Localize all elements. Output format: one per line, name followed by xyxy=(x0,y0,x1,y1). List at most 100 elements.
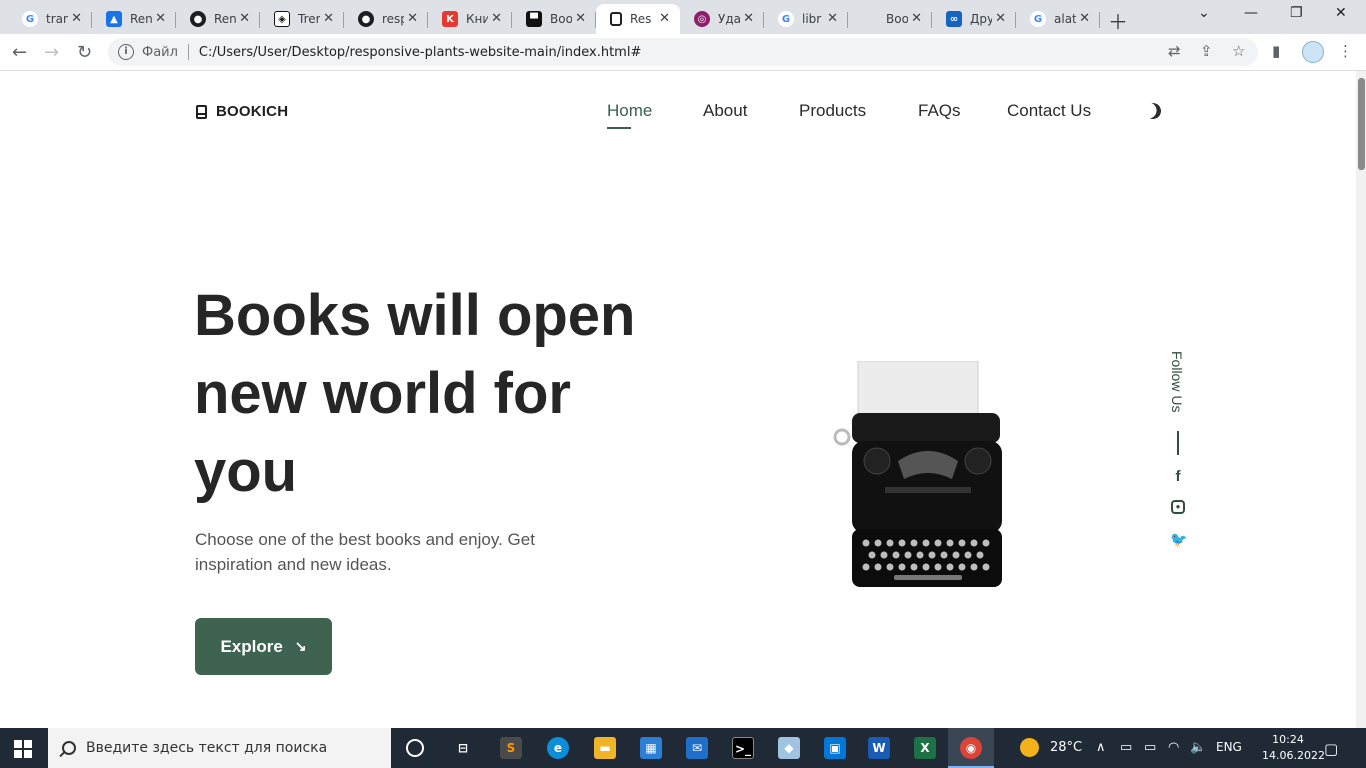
edge-icon[interactable]: e xyxy=(547,737,569,759)
browser-tab-active[interactable]: Resp ✕ xyxy=(596,4,680,34)
browser-tab[interactable]: ▀ Boo ✕ xyxy=(512,4,596,34)
translate-icon[interactable]: ⇄ xyxy=(1168,42,1181,60)
language-indicator[interactable]: ENG xyxy=(1216,740,1242,754)
hero-title: Books will open new world for you xyxy=(194,277,664,511)
browser-tab[interactable]: ◎ Уда ✕ xyxy=(680,4,764,34)
browser-tab[interactable]: Boo ✕ xyxy=(848,4,932,34)
tab-title: libr xyxy=(802,12,822,26)
unsplash-icon: ▀ xyxy=(526,11,542,27)
browser-tab[interactable]: ▲ Ren ✕ xyxy=(92,4,176,34)
cortana-icon[interactable] xyxy=(406,739,424,757)
menu-icon[interactable]: ⋮ xyxy=(1338,42,1353,60)
terminal-icon[interactable]: >_ xyxy=(732,737,754,759)
close-tab-icon[interactable]: ✕ xyxy=(491,11,502,26)
clock-date: 14.06.2022 xyxy=(1262,749,1325,762)
forward-icon[interactable]: → xyxy=(44,42,59,63)
windows-start-icon[interactable] xyxy=(14,740,32,758)
nav-about[interactable]: About xyxy=(703,101,747,121)
reload-icon[interactable]: ↻ xyxy=(77,42,92,63)
scrollbar-thumb[interactable] xyxy=(1358,78,1365,170)
new-tab-icon[interactable]: ＋ xyxy=(1108,6,1128,35)
loop-icon: ∞ xyxy=(946,11,962,27)
address-bar[interactable]: i Файл C:/Users/User/Desktop/responsive-… xyxy=(108,38,1258,66)
restore-icon[interactable]: ❐ xyxy=(1290,5,1303,21)
url-text[interactable]: C:/Users/User/Desktop/responsive-plants-… xyxy=(199,45,641,60)
excel-icon[interactable]: X xyxy=(914,737,936,759)
facebook-icon[interactable]: f xyxy=(1170,469,1186,485)
close-tab-icon[interactable]: ✕ xyxy=(659,11,670,26)
chrome-icon[interactable]: ◉ xyxy=(960,737,982,759)
wifi-icon[interactable]: ◠ xyxy=(1168,740,1179,755)
browser-tab[interactable]: ∞ Дру ✕ xyxy=(932,4,1016,34)
tab-title: Boo xyxy=(886,12,908,26)
close-tab-icon[interactable]: ✕ xyxy=(575,11,586,26)
close-tab-icon[interactable]: ✕ xyxy=(743,11,754,26)
control-panel-icon[interactable]: ▣ xyxy=(824,737,846,759)
hero-description: Choose one of the best books and enjoy. … xyxy=(195,530,535,574)
site-info-icon[interactable]: i xyxy=(118,44,134,60)
nav-faqs[interactable]: FAQs xyxy=(918,101,961,121)
google-icon: G xyxy=(1030,11,1046,27)
battery-icon[interactable]: ▭ xyxy=(1144,740,1156,755)
purple-icon: ◎ xyxy=(694,11,710,27)
store-icon[interactable]: ▦ xyxy=(640,737,662,759)
taskbar-search-placeholder: Введите здесь текст для поиска xyxy=(86,740,328,756)
tab-title: Уда xyxy=(718,12,740,26)
task-view-icon[interactable]: ⊟ xyxy=(452,737,474,759)
active-nav-underline xyxy=(607,127,631,129)
profile-avatar[interactable] xyxy=(1302,41,1324,63)
close-tab-icon[interactable]: ✕ xyxy=(407,11,418,26)
browser-tab[interactable]: ◈ Trer ✕ xyxy=(260,4,344,34)
browser-tab[interactable]: G alat ✕ xyxy=(1016,4,1100,34)
close-tab-icon[interactable]: ✕ xyxy=(911,11,922,26)
bookmark-star-icon[interactable]: ☆ xyxy=(1232,42,1245,60)
taskbar-search[interactable]: Введите здесь текст для поиска xyxy=(48,728,391,768)
logo-text: BOOKICH xyxy=(216,103,289,120)
browser-tab[interactable]: G tran ✕ xyxy=(8,4,92,34)
browser-tab[interactable]: K Кни ✕ xyxy=(428,4,512,34)
tab-title: alat xyxy=(1054,12,1076,26)
nav-contact[interactable]: Contact Us xyxy=(1007,101,1091,121)
paint-icon[interactable]: ◆ xyxy=(778,737,800,759)
side-panel-icon[interactable]: ▮ xyxy=(1272,42,1280,60)
close-tab-icon[interactable]: ✕ xyxy=(155,11,166,26)
windows-taskbar: Введите здесь текст для поиска ⊟ S e ▬ ▦… xyxy=(0,728,1366,768)
close-window-icon[interactable]: ✕ xyxy=(1335,5,1347,21)
tab-search-chevron-icon[interactable]: ⌄ xyxy=(1198,5,1210,21)
close-tab-icon[interactable]: ✕ xyxy=(239,11,250,26)
share-icon[interactable]: ⇪ xyxy=(1200,42,1213,60)
theme-toggle-moon-icon[interactable] xyxy=(1143,101,1164,122)
nav-home[interactable]: Home xyxy=(607,101,652,121)
word-icon[interactable]: W xyxy=(868,737,890,759)
system-clock[interactable]: 10:24 14.06.2022 xyxy=(1262,732,1325,764)
sublime-text-icon[interactable]: S xyxy=(500,737,522,759)
doc-icon: ▲ xyxy=(106,11,122,27)
file-explorer-icon[interactable]: ▬ xyxy=(594,737,616,759)
close-tab-icon[interactable]: ✕ xyxy=(1079,11,1090,26)
twitter-icon[interactable]: 🐦 xyxy=(1170,531,1187,547)
browser-tab-strip: G tran ✕ ▲ Ren ✕ ● Ren ✕ ◈ Trer ✕ ● resp… xyxy=(0,0,1366,34)
web-page: BOOKICH Home About Products FAQs Contact… xyxy=(0,71,1356,728)
weather-temp[interactable]: 28°C xyxy=(1050,740,1082,755)
close-tab-icon[interactable]: ✕ xyxy=(323,11,334,26)
close-tab-icon[interactable]: ✕ xyxy=(995,11,1006,26)
close-tab-icon[interactable]: ✕ xyxy=(71,11,82,26)
instagram-icon[interactable]: ● xyxy=(1171,500,1185,514)
browser-tab[interactable]: ● Ren ✕ xyxy=(176,4,260,34)
browser-tab[interactable]: G libr ✕ xyxy=(764,4,848,34)
notifications-icon[interactable]: ▢ xyxy=(1324,740,1338,758)
nav-products[interactable]: Products xyxy=(799,101,866,121)
mail-icon[interactable]: ✉ xyxy=(686,737,708,759)
browser-tab[interactable]: ● resp ✕ xyxy=(344,4,428,34)
site-logo[interactable]: BOOKICH xyxy=(196,103,288,120)
tray-chevron-icon[interactable]: ∧ xyxy=(1096,740,1106,755)
close-tab-icon[interactable]: ✕ xyxy=(827,11,838,26)
meet-now-icon[interactable]: ▭ xyxy=(1120,740,1132,755)
clock-time: 10:24 xyxy=(1272,733,1304,746)
minimize-icon[interactable]: — xyxy=(1244,5,1258,21)
volume-icon[interactable]: 🔈 xyxy=(1190,740,1206,755)
github-icon: ● xyxy=(358,11,374,27)
back-icon[interactable]: ← xyxy=(12,42,27,63)
explore-button[interactable]: Explore ↘ xyxy=(195,618,332,675)
weather-sun-icon[interactable] xyxy=(1020,738,1039,757)
